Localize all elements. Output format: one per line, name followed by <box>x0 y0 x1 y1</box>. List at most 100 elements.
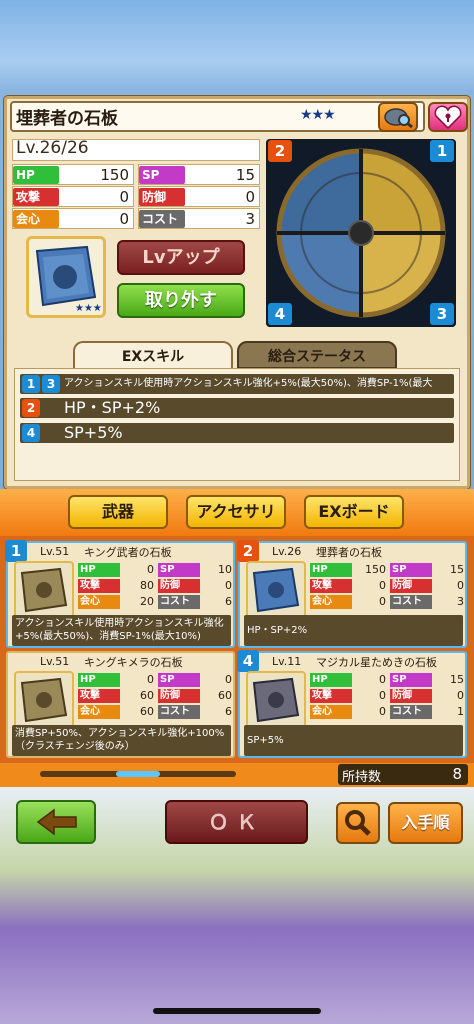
stat-label: 攻撃 <box>310 579 352 593</box>
ex-board-graphic <box>266 139 456 327</box>
card-level: Lv.11 <box>272 655 302 668</box>
card-thumb <box>246 671 306 729</box>
list-item[interactable]: 2 Lv.26 埋葬者の石板 HP 150 SP 15 攻撃 0 防御 0 会心 0 コス… <box>237 540 467 648</box>
home-indicator <box>153 1008 321 1014</box>
category-accessory-button[interactable]: アクセサリ <box>186 495 286 529</box>
tab-total-status[interactable]: 総合ステータス <box>237 341 397 369</box>
stat-value: 0 <box>457 579 464 592</box>
stat-label: 攻撃 <box>13 188 59 206</box>
slot-badge: 1 <box>5 540 27 562</box>
item-portrait: ★★★ <box>26 236 106 318</box>
stat-value: 0 <box>147 563 154 576</box>
stat-sp: SP 15 <box>138 164 260 185</box>
stat-value: 80 <box>140 579 154 592</box>
stat-label: 防御 <box>390 689 432 703</box>
list-scrollbar[interactable] <box>40 771 236 777</box>
card-thumb <box>14 561 74 619</box>
category-exboard-button[interactable]: EXボード <box>304 495 404 529</box>
tab-ex-skill[interactable]: EXスキル <box>73 341 233 369</box>
stat-label: コスト <box>158 595 200 609</box>
stat-label: 防御 <box>139 188 185 206</box>
category-weapon-button[interactable]: 武器 <box>68 495 168 529</box>
board-slot-3[interactable]: 3 <box>430 303 454 325</box>
back-button[interactable] <box>16 800 96 844</box>
card-description: アクションスキル使用時アクションスキル強化+5%(最大50%)、消費SP-1%(… <box>12 615 231 646</box>
stat-label: 防御 <box>158 579 200 593</box>
stone-tablet-icon <box>20 567 68 613</box>
skill-badge: 2 <box>22 399 40 417</box>
card-thumb <box>14 671 74 729</box>
card-description: 消費SP+50%、アクションスキル強化+100%（クラスチェンジ後のみ） <box>12 725 231 756</box>
card-description: HP・SP+2% <box>244 615 463 646</box>
search-icon <box>345 810 371 836</box>
list-item[interactable]: Lv.51 キングキメラの石板 HP 0 SP 0 攻撃 60 防御 60 会心 60 コ… <box>6 651 235 758</box>
stat-label: SP <box>139 166 185 184</box>
stat-value: 0 <box>379 595 386 608</box>
stat-value: 20 <box>140 595 154 608</box>
slot-badge: 4 <box>237 650 259 672</box>
heart-lock-icon <box>434 105 462 130</box>
sort-button[interactable]: 入手順 <box>388 802 463 844</box>
stat-hp: HP 150 <box>12 164 134 185</box>
card-thumb <box>246 561 306 619</box>
card-name: キングキメラの石板 <box>84 656 183 669</box>
stone-tablet-icon: ★★★ <box>35 245 102 314</box>
skill-row: 1 3 アクションスキル使用時アクションスキル強化+5%(最大50%)、消費SP… <box>20 374 454 409</box>
stat-label: HP <box>310 563 352 577</box>
stat-value: 10 <box>218 563 232 576</box>
item-name: 埋葬者の石板 <box>16 109 118 129</box>
owned-label: 所持数 <box>342 770 382 785</box>
stone-tablet-icon <box>252 677 300 723</box>
owned-value: 8 <box>452 765 462 783</box>
stat-label: 会心 <box>13 210 59 228</box>
stat-value: 0 <box>379 705 386 718</box>
skill-badge: 4 <box>22 424 40 442</box>
zoom-button[interactable] <box>378 102 418 132</box>
remove-button[interactable]: 取り外す <box>117 283 245 318</box>
card-name: マジカル星ためきの石板 <box>316 656 437 669</box>
stone-tablet-icon <box>252 567 300 613</box>
ok-button[interactable]: ＯＫ <box>165 800 308 844</box>
skill-row: 2 HP・SP+2% <box>20 398 454 418</box>
stat-label: SP <box>158 673 200 687</box>
board-slot-2[interactable]: 2 <box>268 140 292 162</box>
board-slot-4[interactable]: 4 <box>268 303 292 325</box>
level-up-button[interactable]: Lvアップ <box>117 240 245 275</box>
stat-value: 60 <box>140 705 154 718</box>
list-item[interactable]: 1 Lv.51 キング武者の石板 HP 0 SP 10 攻撃 80 防御 0 会心 20 … <box>5 540 235 648</box>
slot-badge: 2 <box>237 540 259 562</box>
board-slot-1[interactable]: 1 <box>430 140 454 162</box>
stat-defense: 防御 0 <box>138 186 260 207</box>
card-name: キング武者の石板 <box>84 546 172 559</box>
card-level: Lv.26 <box>272 545 302 558</box>
stat-critical: 会心 0 <box>12 208 134 229</box>
stat-label: 防御 <box>390 579 432 593</box>
stat-value: 6 <box>225 595 232 608</box>
stat-value: 0 <box>379 673 386 686</box>
card-level: Lv.51 <box>40 545 70 558</box>
list-item[interactable]: 4 Lv.11 マジカル星ためきの石板 HP 0 SP 15 攻撃 0 防御 0 会心 0… <box>237 650 467 758</box>
stat-value: 150 <box>365 563 386 576</box>
skill-row: 4 SP+5% <box>20 423 454 443</box>
card-level: Lv.51 <box>40 655 70 668</box>
skill-text: SP+5% <box>64 423 123 442</box>
lock-button[interactable] <box>428 102 468 132</box>
skill-text: HP・SP+2% <box>64 398 161 417</box>
stat-label: HP <box>310 673 352 687</box>
skill-badge: 3 <box>42 375 60 393</box>
skill-badge: 1 <box>22 375 40 393</box>
stat-value: 0 <box>119 188 129 206</box>
stone-tablet-icon <box>20 677 68 723</box>
search-button[interactable] <box>336 802 380 844</box>
stat-value: 6 <box>225 705 232 718</box>
stat-value: 0 <box>147 673 154 686</box>
stat-label: 攻撃 <box>78 689 120 703</box>
stat-value: 0 <box>119 210 129 228</box>
stat-label: コスト <box>158 705 200 719</box>
rarity-stars: ★★★ <box>300 107 336 123</box>
stat-label: コスト <box>390 595 432 609</box>
stat-value: 3 <box>245 210 255 228</box>
stat-label: 攻撃 <box>310 689 352 703</box>
stat-label: コスト <box>139 210 185 228</box>
scroll-thumb[interactable] <box>116 771 160 777</box>
